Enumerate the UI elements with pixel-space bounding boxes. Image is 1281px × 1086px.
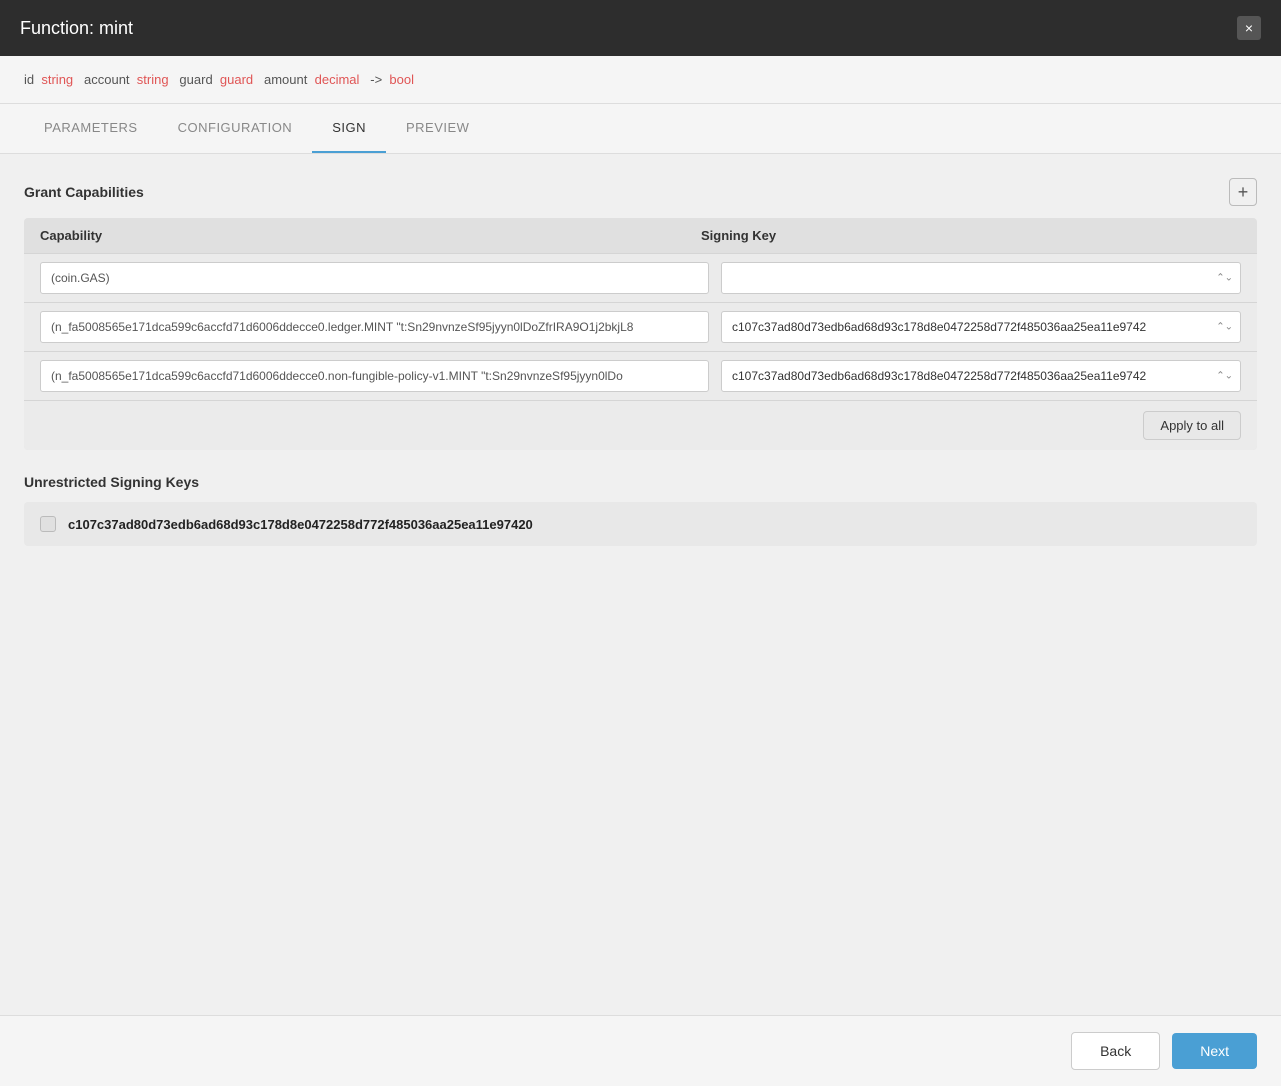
apply-all-row: Apply to all [24, 400, 1257, 450]
tabs-bar: PARAMETERS CONFIGURATION SIGN PREVIEW [0, 104, 1281, 154]
sig-account-type: string [137, 72, 169, 87]
sig-guard-label: guard [179, 72, 212, 87]
signing-key-select-2[interactable]: c107c37ad80d73edb6ad68d93c178d8e0472258d… [721, 360, 1241, 392]
unrestricted-section: Unrestricted Signing Keys c107c37ad80d73… [24, 474, 1257, 546]
capability-input-2[interactable] [40, 360, 709, 392]
capability-row-2: c107c37ad80d73edb6ad68d93c178d8e0472258d… [24, 351, 1257, 400]
table-header: Capability Signing Key [24, 218, 1257, 253]
signing-key-wrapper-0: c107c37ad80d73edb6ad68d93c178d8e0472258d… [721, 262, 1241, 294]
grant-capabilities-header: Grant Capabilities + [24, 178, 1257, 206]
sig-id-type: string [41, 72, 73, 87]
grant-capabilities-title: Grant Capabilities [24, 184, 144, 200]
sig-amount-type: decimal [315, 72, 360, 87]
signing-key-checkbox-0[interactable] [40, 516, 56, 532]
capability-col-header: Capability [40, 228, 701, 243]
tab-sign[interactable]: SIGN [312, 104, 386, 153]
tab-parameters[interactable]: PARAMETERS [24, 104, 158, 153]
footer: Back Next [0, 1015, 1281, 1086]
back-button[interactable]: Back [1071, 1032, 1160, 1070]
sig-id-label: id [24, 72, 34, 87]
modal-header: Function: mint × [0, 0, 1281, 56]
capability-row-1: c107c37ad80d73edb6ad68d93c178d8e0472258d… [24, 302, 1257, 351]
signing-key-value-0: c107c37ad80d73edb6ad68d93c178d8e0472258d… [68, 517, 533, 532]
modal: Function: mint × id string account strin… [0, 0, 1281, 1086]
sig-arrow: -> [370, 72, 382, 87]
sig-guard-type: guard [220, 72, 253, 87]
add-capability-button[interactable]: + [1229, 178, 1257, 206]
sig-account-label: account [84, 72, 130, 87]
unrestricted-title: Unrestricted Signing Keys [24, 474, 1257, 490]
signing-key-select-0[interactable]: c107c37ad80d73edb6ad68d93c178d8e0472258d… [721, 262, 1241, 294]
tab-configuration[interactable]: CONFIGURATION [158, 104, 313, 153]
signing-key-select-1[interactable]: c107c37ad80d73edb6ad68d93c178d8e0472258d… [721, 311, 1241, 343]
signature-bar: id string account string guard guard amo… [0, 56, 1281, 104]
next-button[interactable]: Next [1172, 1033, 1257, 1069]
close-button[interactable]: × [1237, 16, 1261, 40]
signing-key-wrapper-1: c107c37ad80d73edb6ad68d93c178d8e0472258d… [721, 311, 1241, 343]
modal-title: Function: mint [20, 18, 133, 39]
signing-key-col-header: Signing Key [701, 228, 1241, 243]
signing-key-item-0: c107c37ad80d73edb6ad68d93c178d8e0472258d… [24, 502, 1257, 546]
sig-return-type: bool [389, 72, 414, 87]
signing-key-wrapper-2: c107c37ad80d73edb6ad68d93c178d8e0472258d… [721, 360, 1241, 392]
capability-row-0: c107c37ad80d73edb6ad68d93c178d8e0472258d… [24, 253, 1257, 302]
capabilities-table: Capability Signing Key c107c37ad80d73edb… [24, 218, 1257, 450]
apply-to-all-button[interactable]: Apply to all [1143, 411, 1241, 440]
sig-amount-label: amount [264, 72, 307, 87]
capability-input-0[interactable] [40, 262, 709, 294]
main-content: Grant Capabilities + Capability Signing … [0, 154, 1281, 1015]
capability-input-1[interactable] [40, 311, 709, 343]
tab-preview[interactable]: PREVIEW [386, 104, 489, 153]
